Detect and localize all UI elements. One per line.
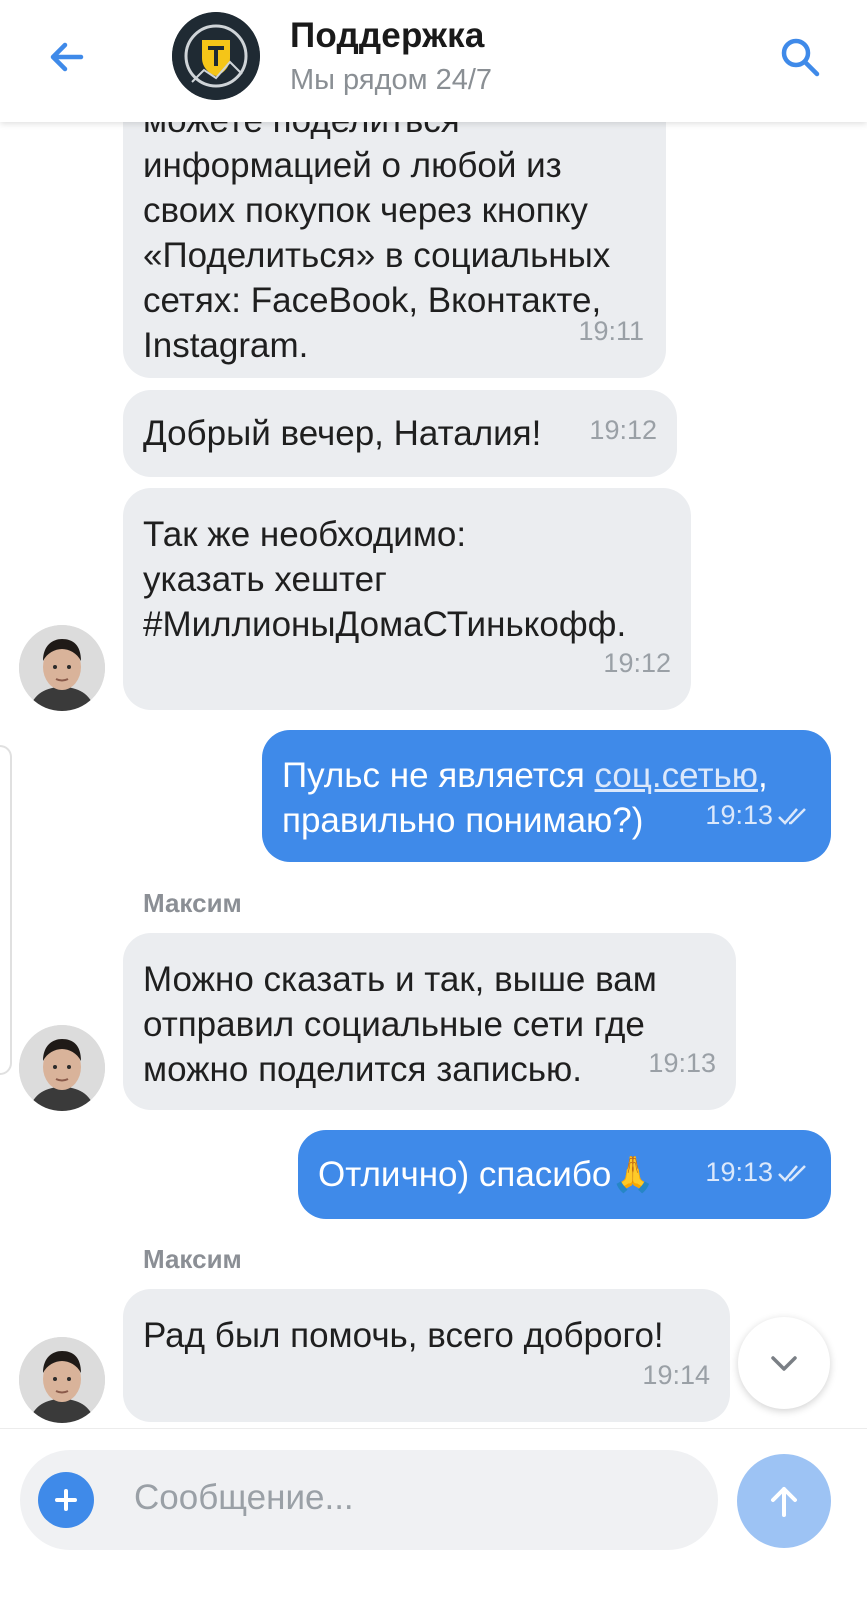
message-incoming[interactable]: можете поделиться информацией о любой из… xyxy=(123,82,666,378)
message-text: Пульс не является xyxy=(282,756,595,795)
message-time: 19:14 xyxy=(642,1360,710,1390)
message-text: правильно понимаю?) xyxy=(282,801,644,840)
message-line: отправил социальные сети где xyxy=(143,1005,645,1044)
message-time-text: 19:13 xyxy=(705,1157,773,1187)
message-outgoing[interactable]: Отлично) спасибо🙏 19:13 xyxy=(298,1130,831,1219)
chevron-down-icon xyxy=(771,1356,797,1371)
arrow-up-icon xyxy=(771,1487,797,1517)
shield-logo-icon xyxy=(172,12,260,100)
message-incoming[interactable]: Добрый вечер, Наталия! 19:12 xyxy=(123,390,677,477)
message-time: 19:12 xyxy=(589,415,657,445)
pray-emoji-icon: 🙏 xyxy=(611,1155,655,1195)
message-incoming[interactable]: Рад был помочь, всего доброго! 19:14 xyxy=(123,1289,730,1422)
person-avatar-icon xyxy=(19,1337,105,1423)
message-line: #МиллионыДомаСТинькофф. xyxy=(143,605,627,644)
message-time: 19:13 xyxy=(705,793,809,838)
support-logo[interactable] xyxy=(172,12,260,100)
message-text: Отлично) спасибо xyxy=(318,1155,612,1194)
chat-header: Поддержка Мы рядом 24/7 xyxy=(0,0,867,122)
double-check-icon xyxy=(778,807,806,825)
message-outgoing[interactable]: Пульс не является соц.сетью, правильно п… xyxy=(262,730,831,862)
plus-icon xyxy=(55,1489,77,1511)
message-text: , xyxy=(757,756,768,795)
side-panel-handle[interactable] xyxy=(0,745,12,1075)
avatar[interactable] xyxy=(19,1025,105,1111)
message-line: Instagram. xyxy=(143,326,309,365)
message-text: Добрый вечер, Наталия! xyxy=(143,414,542,453)
sender-name: Максим xyxy=(143,1244,242,1274)
message-time: 19:13 xyxy=(648,1048,716,1078)
message-line: «Поделиться» в социальных xyxy=(143,236,611,275)
arrow-left-icon xyxy=(50,42,84,72)
message-time: 19:13 xyxy=(705,1150,809,1195)
message-time: 19:12 xyxy=(603,648,671,678)
message-line: Можно сказать и так, выше вам xyxy=(143,960,657,999)
avatar[interactable] xyxy=(19,1337,105,1423)
search-button[interactable] xyxy=(773,30,827,84)
message-time: 19:11 xyxy=(578,316,644,346)
message-time-text: 19:13 xyxy=(705,800,773,830)
send-button[interactable] xyxy=(737,1454,831,1548)
back-button[interactable] xyxy=(40,30,94,84)
sender-name: Максим xyxy=(143,888,242,918)
avatar[interactable] xyxy=(19,625,105,711)
attach-button[interactable] xyxy=(38,1472,94,1528)
message-line: указать хештег xyxy=(143,560,387,599)
message-line: информацией о любой из xyxy=(143,146,562,185)
message-line: можно поделится записью. xyxy=(143,1050,582,1089)
search-icon xyxy=(781,38,820,77)
message-incoming[interactable]: Так же необходимо: указать хештег #Милли… xyxy=(123,488,691,710)
message-line: своих покупок через кнопку xyxy=(143,191,588,230)
message-input-placeholder: Сообщение... xyxy=(134,1478,354,1517)
chat-subtitle: Мы рядом 24/7 xyxy=(290,64,493,96)
double-check-icon xyxy=(778,1164,806,1182)
person-avatar-icon xyxy=(19,1025,105,1111)
chat-title: Поддержка xyxy=(290,16,485,55)
person-avatar-icon xyxy=(19,625,105,711)
message-input[interactable] xyxy=(20,1450,718,1550)
message-line: Рад был помочь, всего доброго! xyxy=(143,1316,664,1355)
message-line: Так же необходимо: xyxy=(143,515,467,554)
message-line: сетях: FaceBook, Вконтакте, xyxy=(143,281,602,320)
message-link[interactable]: соц.сетью xyxy=(595,756,758,795)
scroll-to-bottom-button[interactable] xyxy=(738,1317,830,1409)
message-incoming[interactable]: Можно сказать и так, выше вам отправил с… xyxy=(123,933,736,1110)
